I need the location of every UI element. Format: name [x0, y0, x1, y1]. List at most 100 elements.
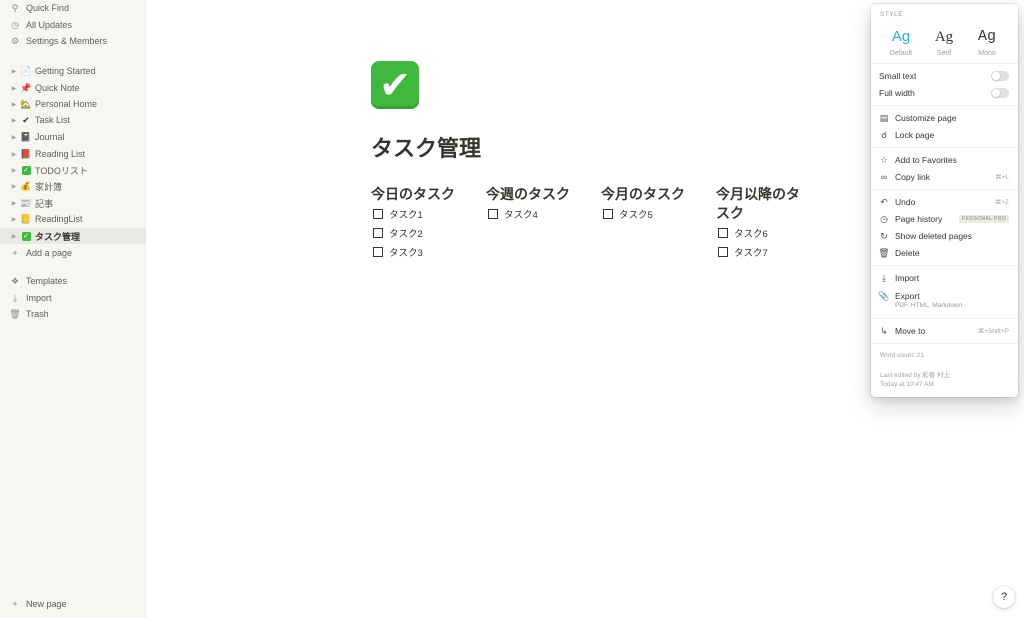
sidebar-item-settings[interactable]: ⚙ Settings & Members: [0, 33, 146, 49]
expand-arrow-icon[interactable]: ▶: [10, 85, 18, 92]
expand-arrow-icon[interactable]: ▶: [10, 233, 18, 240]
trash-icon: 🗑: [9, 308, 21, 319]
page-options-menu: STYLE Ag Default Ag Serif Ag Mono Small …: [871, 4, 1018, 397]
add-page-button[interactable]: + Add a page: [0, 245, 146, 261]
check-box-icon: ✓: [21, 231, 31, 241]
page-history-item[interactable]: ◷ Page history PERSONAL PRO: [871, 211, 1018, 227]
full-width-toggle[interactable]: [991, 88, 1009, 98]
small-text-toggle[interactable]: [991, 71, 1009, 81]
task-column-month: 今月のタスク タスク5: [601, 185, 701, 223]
add-page-label: Add a page: [26, 248, 73, 258]
page-emoji-check-box-icon[interactable]: ✔: [371, 61, 419, 109]
todo-item: タスク1: [371, 204, 471, 223]
todo-text[interactable]: タスク4: [504, 207, 538, 221]
checkbox[interactable]: [373, 208, 383, 219]
column-title[interactable]: 今月以降のタスク: [716, 185, 806, 223]
divider: [871, 343, 1018, 344]
sidebar-page-reading-list[interactable]: ▶ 📕 Reading List: [0, 146, 146, 162]
todo-text[interactable]: タスク3: [389, 245, 423, 259]
help-button[interactable]: ?: [993, 586, 1015, 608]
sidebar-page-getting-started[interactable]: ▶ 📄 Getting Started: [0, 63, 146, 79]
divider: [871, 147, 1018, 148]
expand-arrow-icon[interactable]: ▶: [10, 117, 18, 124]
small-text-row[interactable]: Small text: [871, 68, 1018, 84]
sidebar-page-personal-home[interactable]: ▶ 🏡 Personal Home: [0, 96, 146, 112]
book-icon: 📕: [20, 148, 32, 159]
sidebar-page-task-list[interactable]: ▶ ✔ Task List: [0, 112, 146, 128]
checkbox[interactable]: [718, 227, 728, 238]
show-deleted-pages-item[interactable]: ↻ Show deleted pages: [871, 228, 1018, 244]
plus-icon: +: [12, 248, 18, 258]
copy-link-item[interactable]: ∞ Copy link ⌘+L: [871, 169, 1018, 185]
sidebar-item-all-updates[interactable]: ◷ All Updates: [0, 17, 146, 33]
menu-item-label: Page history: [895, 214, 943, 224]
sidebar-page-label: ReadingList: [35, 214, 83, 224]
paperclip-icon: 📎: [878, 290, 890, 301]
new-page-button[interactable]: + New page: [0, 596, 146, 612]
expand-arrow-icon[interactable]: ▶: [10, 68, 18, 75]
todo-item: タスク7: [716, 242, 806, 261]
style-option-mono[interactable]: Ag Mono: [967, 28, 1007, 57]
full-width-row[interactable]: Full width: [871, 85, 1018, 101]
sidebar-page-quick-note[interactable]: ▶ 📌 Quick Note: [0, 80, 146, 96]
house-icon: 🏡: [20, 98, 32, 109]
sidebar-page-household-budget[interactable]: ▶ 💰 家計簿: [0, 178, 146, 194]
sidebar-item-templates[interactable]: ❖ Templates: [0, 273, 146, 289]
shortcut-hint: ⌘+Z: [994, 199, 1009, 206]
lock-page-item[interactable]: ☌ Lock page: [871, 127, 1018, 143]
page-title[interactable]: タスク管理: [371, 131, 481, 163]
checkbox[interactable]: [373, 246, 383, 257]
expand-arrow-icon[interactable]: ▶: [10, 200, 18, 207]
sidebar-item-import[interactable]: ⤓ Import: [0, 290, 146, 306]
add-to-favorites-item[interactable]: ☆ Add to Favorites: [871, 152, 1018, 168]
delete-item[interactable]: 🗑 Delete: [871, 245, 1018, 261]
move-to-item[interactable]: ↳ Move to ⌘+Shift+P: [871, 323, 1018, 339]
style-option-serif[interactable]: Ag Serif: [924, 28, 964, 57]
sidebar-page-task-management[interactable]: ▶ ✓ タスク管理: [0, 228, 146, 244]
expand-arrow-icon[interactable]: ▶: [10, 151, 18, 158]
sidebar-page-readinglist[interactable]: ▶ 📒 ReadingList: [0, 211, 146, 227]
checkbox[interactable]: [718, 246, 728, 257]
todo-text[interactable]: タスク2: [389, 226, 423, 240]
column-title[interactable]: 今日のタスク: [371, 185, 471, 204]
toggle-knob: [992, 72, 1000, 80]
checkbox[interactable]: [488, 208, 498, 219]
personal-pro-badge: PERSONAL PRO: [958, 215, 1009, 223]
expand-arrow-icon[interactable]: ▶: [10, 134, 18, 141]
last-edited: Last edited by 彩香 村上: [880, 372, 951, 379]
divider: [871, 265, 1018, 266]
todo-text[interactable]: タスク7: [734, 245, 768, 259]
import-item[interactable]: ⤓ Import: [871, 270, 1018, 286]
undo-icon: ↶: [880, 196, 888, 207]
expand-arrow-icon[interactable]: ▶: [10, 216, 18, 223]
expand-arrow-icon[interactable]: ▶: [10, 183, 18, 190]
todo-item: タスク6: [716, 223, 806, 242]
sidebar-page-todo-list[interactable]: ▶ ✓ TODOリスト: [0, 162, 146, 178]
sidebar-page-label: Getting Started: [35, 66, 96, 76]
expand-arrow-icon[interactable]: ▶: [10, 167, 18, 174]
style-name: Default: [889, 50, 913, 57]
todo-text[interactable]: タスク1: [389, 207, 423, 221]
undo-item[interactable]: ↶ Undo ⌘+Z: [871, 194, 1018, 210]
sidebar-item-label: Quick Find: [26, 3, 70, 13]
column-title[interactable]: 今週のタスク: [486, 185, 586, 204]
menu-item-label: Move to: [895, 326, 926, 336]
checkbox[interactable]: [603, 208, 613, 219]
column-title[interactable]: 今月のタスク: [601, 185, 701, 204]
shortcut-hint: ⌘+Shift+P: [977, 328, 1009, 335]
checkbox[interactable]: [373, 227, 383, 238]
sidebar-item-trash[interactable]: 🗑 Trash: [0, 306, 146, 322]
expand-arrow-icon[interactable]: ▶: [10, 101, 18, 108]
pushpin-icon: 📌: [20, 82, 32, 93]
style-option-default[interactable]: Ag Default: [881, 28, 921, 57]
sidebar-page-articles[interactable]: ▶ 📰 記事: [0, 195, 146, 211]
style-sample: Ag: [934, 29, 954, 45]
sidebar-page-journal[interactable]: ▶ 📓 Journal: [0, 129, 146, 145]
todo-text[interactable]: タスク5: [619, 207, 653, 221]
gear-icon: ⚙: [10, 35, 20, 46]
todo-item: タスク3: [371, 242, 471, 261]
customize-page-item[interactable]: ▤ Customize page: [871, 110, 1018, 126]
todo-text[interactable]: タスク6: [734, 226, 768, 240]
menu-item-label: Import: [895, 273, 920, 283]
sidebar-item-quick-find[interactable]: ⚲ Quick Find: [0, 0, 146, 16]
